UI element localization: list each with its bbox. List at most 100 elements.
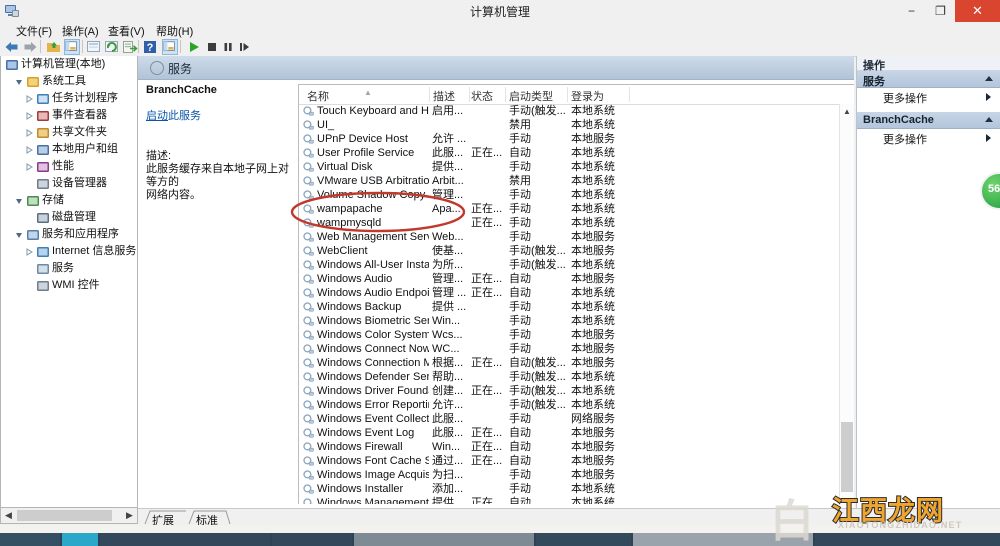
menu-help[interactable]: 帮助(H) [156, 23, 193, 39]
export-list-icon[interactable] [122, 39, 138, 55]
table-row[interactable]: Volume Shadow Copy 管理... 手动 本地系统 [299, 188, 839, 202]
expander-expanded-icon[interactable] [15, 78, 23, 86]
minimize-button[interactable]: − [897, 0, 926, 22]
table-row[interactable]: UPnP Device Host 允许 ... 手动 本地服务 [299, 132, 839, 146]
maximize-button[interactable]: ❐ [926, 0, 955, 22]
table-row[interactable]: Windows Color System Wcs... 手动 本地服务 [299, 328, 839, 342]
table-row[interactable]: WebClient 使基... 手动(触发... 本地服务 [299, 244, 839, 258]
table-row[interactable]: Windows Installer 添加... 手动 本地系统 [299, 482, 839, 496]
forward-icon[interactable] [22, 39, 38, 55]
table-row[interactable]: Windows Biometric Servi...Win... 手动 本地系统 [299, 314, 839, 328]
show-console-tree-icon[interactable] [162, 39, 178, 55]
column-divider-2[interactable] [469, 87, 470, 102]
table-row[interactable]: User Profile Service 此服... 正在... 自动 本地系统 [299, 146, 839, 160]
tree-node-1[interactable]: 任务计划程序 [1, 90, 137, 107]
column-header-name[interactable]: 名称 [307, 88, 329, 104]
tree-node-10[interactable]: Internet 信息服务(IIS)管 [1, 243, 137, 260]
actions-group-branchcache[interactable]: BranchCache [857, 112, 1000, 129]
tree-node-5[interactable]: 性能 [1, 158, 137, 175]
close-button[interactable]: ✕ [955, 0, 1000, 22]
table-row[interactable]: Web Management ServiceWeb... 手动 本地服务 [299, 230, 839, 244]
table-row[interactable]: Windows Backup 提供 ... 手动 本地系统 [299, 300, 839, 314]
pause-service-icon[interactable] [220, 39, 236, 55]
taskbar-item-7[interactable] [633, 533, 813, 546]
table-row[interactable]: VMware USB Arbitration ...Arbit... 禁用 本地系统 [299, 174, 839, 188]
table-row[interactable]: Windows Management I...提供... 正在... 自动 本地系统 [299, 496, 839, 504]
column-header-status[interactable]: 状态 [471, 88, 493, 104]
expander-collapsed-icon[interactable] [25, 163, 33, 171]
expander-expanded-icon[interactable] [15, 231, 23, 239]
expander-collapsed-icon[interactable] [25, 95, 33, 103]
menu-view[interactable]: 查看(V) [108, 23, 145, 39]
resume-service-icon[interactable] [236, 39, 252, 55]
taskbar-item-1[interactable] [0, 533, 60, 546]
table-row[interactable]: Windows Error Reportin...允许... 手动(触发... 本地… [299, 398, 839, 412]
expander-collapsed-icon[interactable] [25, 248, 33, 256]
tree-node-11[interactable]: 服务 [1, 260, 137, 277]
scroll-left-icon[interactable]: ◀ [2, 509, 15, 522]
scroll-right-icon[interactable]: ▶ [123, 509, 136, 522]
table-row[interactable]: Windows Driver Foundati...创建... 正在... 手动(触… [299, 384, 839, 398]
table-row[interactable]: Touch Keyboard and Ha...启用... 手动(触发... 本地系… [299, 104, 839, 118]
tree-node-6[interactable]: 设备管理器 [1, 175, 137, 192]
table-row[interactable]: Windows Font Cache Ser...通过... 正在... 自动 本地服… [299, 454, 839, 468]
tree-node-12[interactable]: WMI 控件 [1, 277, 137, 294]
column-divider-1[interactable] [429, 87, 430, 102]
taskbar-item-8[interactable] [815, 533, 1000, 546]
menu-file[interactable]: 文件(F) [16, 23, 52, 39]
tree-node-8[interactable]: 磁盘管理 [1, 209, 137, 226]
taskbar-item-2[interactable] [62, 533, 98, 546]
start-service-icon[interactable] [186, 39, 202, 55]
column-divider-5[interactable] [629, 87, 630, 102]
taskbar-item-5[interactable] [354, 533, 534, 546]
table-row[interactable]: Windows All-User Install ...为所... 手动(触发..… [299, 258, 839, 272]
column-header-description[interactable]: 描述 [433, 88, 455, 104]
expander-collapsed-icon[interactable] [25, 129, 33, 137]
tree-node-7[interactable]: 存储 [1, 192, 137, 209]
properties-icon[interactable] [86, 39, 102, 55]
column-divider-3[interactable] [505, 87, 506, 102]
up-folder-icon[interactable] [46, 39, 62, 55]
action-more-actions-services[interactable]: 更多操作 [857, 89, 1000, 105]
action-more-actions-branchcache[interactable]: 更多操作 [857, 130, 1000, 146]
table-row[interactable]: Windows Event Collector 此服... 手动 网络服务 [299, 412, 839, 426]
stop-service-icon[interactable] [204, 39, 220, 55]
tree-scrollbar-thumb[interactable] [17, 510, 112, 521]
tree-horizontal-scrollbar[interactable]: ◀ ▶ [0, 508, 138, 524]
show-tree-icon[interactable] [64, 39, 80, 55]
tree-node-9[interactable]: 服务和应用程序 [1, 226, 137, 243]
taskbar-item-4[interactable] [272, 533, 352, 546]
tree-node-root[interactable]: 计算机管理(本地) [1, 56, 137, 73]
scroll-up-icon[interactable]: ▲ [840, 104, 854, 118]
start-service-link[interactable]: 启动此服务 [146, 107, 294, 123]
tree-node-4[interactable]: 本地用户和组 [1, 141, 137, 158]
scrollbar-thumb[interactable] [841, 422, 853, 492]
tree-node-3[interactable]: 共享文件夹 [1, 124, 137, 141]
tab-extended[interactable]: 扩展 [142, 510, 188, 527]
table-row[interactable]: wampmysqld 正在... 手动 本地系统 [299, 216, 839, 230]
table-row[interactable]: Windows Firewall Win... 正在... 自动 本地服务 [299, 440, 839, 454]
column-header-startup-type[interactable]: 启动类型 [509, 88, 553, 104]
refresh-icon[interactable] [104, 39, 120, 55]
table-row[interactable]: Windows Connection Ma...根据... 正在... 自动(触发.… [299, 356, 839, 370]
table-row[interactable]: Windows Audio Endpoint...管理 ... 正在... 自动 本地… [299, 286, 839, 300]
tab-standard[interactable]: 标准 [186, 510, 232, 527]
table-row[interactable]: Windows Event Log 此服... 正在... 自动 本地服务 [299, 426, 839, 440]
table-row[interactable]: Windows Image Acquisiti...为扫... 手动 本地服务 [299, 468, 839, 482]
expander-collapsed-icon[interactable] [25, 146, 33, 154]
taskbar-item-3[interactable] [100, 533, 270, 546]
help-icon[interactable]: ? [142, 39, 158, 55]
table-row[interactable]: Virtual Disk 提供... 手动 本地系统 [299, 160, 839, 174]
table-row[interactable]: Windows Connect Now -...WC... 手动 本地服务 [299, 342, 839, 356]
actions-group-services[interactable]: 服务 [857, 71, 1000, 88]
expander-collapsed-icon[interactable] [25, 112, 33, 120]
menu-action[interactable]: 操作(A) [62, 23, 99, 39]
column-divider-4[interactable] [567, 87, 568, 102]
list-vertical-scrollbar[interactable]: ▲ [839, 104, 854, 505]
table-row[interactable]: UI_ 禁用 本地系统 [299, 118, 839, 132]
column-header-log-on-as[interactable]: 登录为 [571, 88, 604, 104]
taskbar-item-6[interactable] [536, 533, 631, 546]
expander-expanded-icon[interactable] [15, 197, 23, 205]
back-icon[interactable] [4, 39, 20, 55]
tree-node-0[interactable]: 系统工具 [1, 73, 137, 90]
